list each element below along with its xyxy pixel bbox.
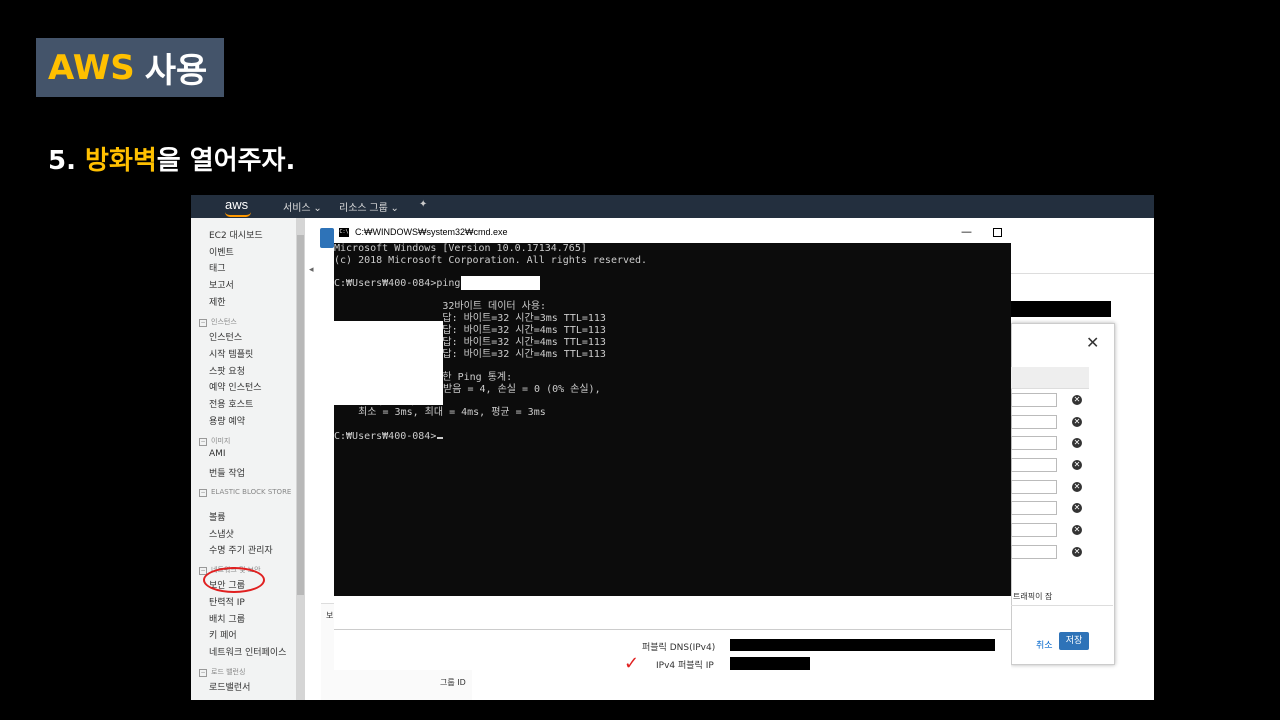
title-aws: AWS [48, 47, 135, 88]
close-icon[interactable]: ✕ [1086, 333, 1099, 352]
remove-rule-icon[interactable]: ✕ [1072, 460, 1082, 470]
sidebar-item-volumes[interactable]: 볼륨 [209, 510, 226, 523]
sidebar-item-dedicated-hosts[interactable]: 전용 호스트 [209, 397, 253, 410]
rule-input[interactable] [1011, 436, 1057, 450]
sidebar-section-images[interactable]: − 이미지 [199, 436, 230, 446]
sidebar-item-lifecycle-manager[interactable]: 수명 주기 관리자 [209, 543, 273, 556]
remove-rule-icon[interactable]: ✕ [1072, 438, 1082, 448]
sidebar-section-ebs[interactable]: − ELASTIC BLOCK STORE [199, 488, 291, 497]
sidebar-item-snapshots[interactable]: 스냅샷 [209, 527, 234, 540]
cmd-prompt: C:₩Users₩400-084> [334, 431, 437, 442]
aws-top-nav: aws 서비스 ⌄ 리소스 그룹 ⌄ ✦ [191, 195, 1154, 218]
maximize-icon[interactable] [993, 228, 1002, 237]
cmd-window: C:\ C:₩WINDOWS₩system32₩cmd.exe — Micros… [334, 223, 1011, 596]
rules-table-header [1011, 367, 1089, 389]
collapse-icon: − [199, 319, 207, 327]
sidebar-item-load-balancers[interactable]: 로드밸런서 [209, 680, 250, 693]
remove-rule-icon[interactable]: ✕ [1072, 525, 1082, 535]
slide-title: AWS 사용 [36, 38, 224, 97]
sidebar-section-load-balancing[interactable]: − 로드 밸런싱 [199, 667, 245, 677]
cmd-title: C:₩WINDOWS₩system32₩cmd.exe [355, 227, 508, 237]
step-highlight: 방화벽 [85, 146, 157, 176]
remove-rule-icon[interactable]: ✕ [1072, 482, 1082, 492]
public-dns-label: 퍼블릭 DNS(IPv4) [642, 643, 716, 653]
aws-logo-smile [225, 212, 251, 217]
description-divider [334, 629, 1011, 630]
sidebar-item-reserved-instances[interactable]: 예약 인스턴스 [209, 380, 262, 393]
sidebar-item-capacity-reservations[interactable]: 용량 예약 [209, 414, 245, 427]
collapse-icon: − [199, 438, 207, 446]
cmd-line: Microsoft Windows [Version 10.0.17134.76… [334, 243, 587, 254]
nav-resource-groups[interactable]: 리소스 그룹 ⌄ [339, 199, 399, 214]
rule-input[interactable] [1011, 545, 1057, 559]
cmd-prompt-line: C:₩Users₩400-084> [334, 431, 444, 443]
rule-input[interactable] [1011, 523, 1057, 537]
public-ip-label: IPv4 퍼블릭 IP [656, 661, 714, 671]
cmd-line: 최소 = 3ms, 최대 = 4ms, 평균 = 3ms [334, 407, 546, 418]
remove-rule-icon[interactable]: ✕ [1072, 417, 1082, 427]
red-check-mark: ✓ [624, 653, 640, 674]
sidebar-item-events[interactable]: 이벤트 [209, 245, 234, 258]
minimize-icon[interactable]: — [961, 225, 972, 238]
aws-console-screenshot: aws 서비스 ⌄ 리소스 그룹 ⌄ ✦ EC2 대시보드 이벤트 태그 보고서… [191, 195, 1154, 700]
cmd-titlebar[interactable]: C:\ C:₩WINDOWS₩system32₩cmd.exe — [334, 223, 1011, 243]
group-id-label: 그룹 ID [440, 678, 466, 687]
step-heading: 5. 방화벽을 열어주자. [48, 140, 295, 177]
sidebar-item-tags[interactable]: 태그 [209, 261, 226, 274]
redaction-bar [1011, 301, 1111, 317]
dialog-note: 트래픽이 잠 [1013, 592, 1053, 601]
dialog-divider [1011, 605, 1113, 606]
sidebar-item-elastic-ip[interactable]: 탄력적 IP [209, 595, 245, 608]
sidebar-item-placement-groups[interactable]: 배치 그룹 [209, 612, 245, 625]
redacted-block [334, 321, 443, 405]
save-button[interactable]: 저장 [1059, 632, 1089, 650]
title-use: 사용 [144, 51, 208, 91]
sidebar-item-limits[interactable]: 제한 [209, 295, 226, 308]
red-annotation-circle [203, 567, 265, 593]
cmd-icon: C:\ [339, 228, 349, 237]
remove-rule-icon[interactable]: ✕ [1072, 503, 1082, 513]
public-dns-redacted [730, 639, 995, 651]
collapse-icon: − [199, 669, 207, 677]
sidebar-item-reports[interactable]: 보고서 [209, 278, 234, 291]
step-number: 5. [48, 146, 76, 176]
sidebar-item-ami[interactable]: AMI [209, 449, 226, 459]
toolbar-strip [1011, 256, 1154, 274]
sidebar-item-key-pairs[interactable]: 키 페어 [209, 628, 237, 641]
cancel-button[interactable]: 취소 [1036, 638, 1053, 651]
sidebar-item-instances[interactable]: 인스턴스 [209, 330, 242, 343]
sidebar-item-launch-templates[interactable]: 시작 템플릿 [209, 347, 253, 360]
step-text: 을 열어주자. [156, 146, 296, 176]
collapse-icon: − [199, 489, 207, 497]
sidebar-item-spot-requests[interactable]: 스팟 요청 [209, 364, 245, 377]
remove-rule-icon[interactable]: ✕ [1072, 395, 1082, 405]
ec2-sidebar [191, 218, 296, 700]
launch-button-edge[interactable] [320, 228, 334, 248]
collapse-left-icon[interactable]: ◂ [309, 265, 314, 275]
details-tab-label[interactable]: 보 [326, 610, 333, 621]
aws-logo[interactable]: aws [225, 197, 248, 212]
redacted-ip [461, 276, 540, 290]
sidebar-scroll-thumb[interactable] [297, 235, 304, 595]
cmd-line: 32바이트 데이터 사용: [334, 301, 547, 312]
sidebar-item-bundle-tasks[interactable]: 번들 작업 [209, 466, 245, 479]
pin-icon[interactable]: ✦ [419, 199, 427, 210]
cmd-line: (c) 2018 Microsoft Corporation. All righ… [334, 255, 648, 266]
cursor [437, 437, 444, 439]
rule-input[interactable] [1011, 393, 1057, 407]
sidebar-item-ec2-dashboard[interactable]: EC2 대시보드 [209, 228, 263, 241]
sidebar-item-network-interfaces[interactable]: 네트워크 인터페이스 [209, 645, 286, 658]
rule-input[interactable] [1011, 415, 1057, 429]
rule-input[interactable] [1011, 501, 1057, 515]
cmd-output[interactable]: Microsoft Windows [Version 10.0.17134.76… [334, 243, 1011, 596]
cmd-line: C:₩Users₩400-084>ping [334, 278, 461, 289]
remove-rule-icon[interactable]: ✕ [1072, 547, 1082, 557]
nav-services[interactable]: 서비스 ⌄ [283, 199, 322, 214]
public-ip-redacted [730, 657, 810, 670]
rule-input[interactable] [1011, 480, 1057, 494]
sidebar-section-instances[interactable]: − 인스턴스 [199, 317, 237, 327]
rule-input[interactable] [1011, 458, 1057, 472]
